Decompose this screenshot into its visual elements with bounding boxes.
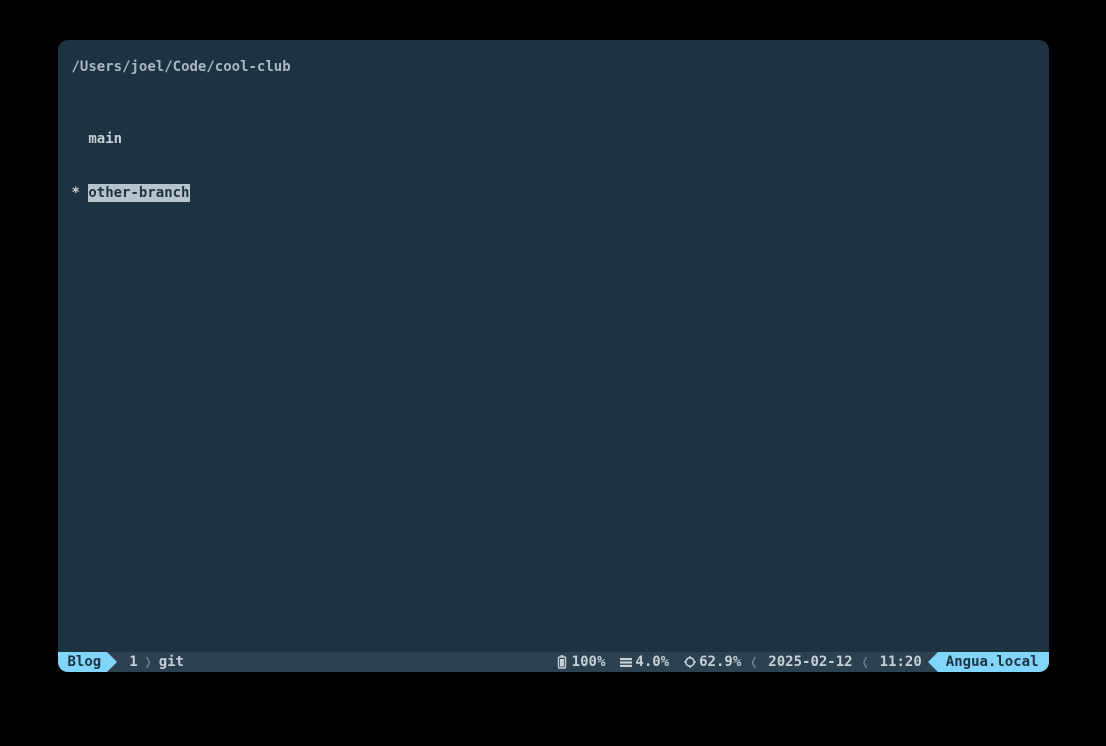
hostname: Angua.local: [938, 652, 1049, 672]
cpu-icon: [619, 655, 632, 669]
separator-arrow-left: [928, 652, 938, 672]
branch-row: main: [72, 130, 1035, 148]
separator-arrow-right: [107, 652, 117, 672]
current-working-directory: /Users/joel/Code/cool-club: [72, 58, 1035, 76]
battery-value: 100%: [572, 652, 606, 672]
branch-row: * other-branch: [72, 184, 1035, 202]
system-stats: 100% 4.0% 62.9%: [548, 652, 748, 672]
cpu-value: 4.0%: [635, 652, 669, 672]
memory-value: 62.9%: [699, 652, 741, 672]
battery-stat: 100%: [556, 652, 606, 672]
statusbar-left: Blog 1 ❭ git: [58, 652, 200, 672]
separator-thin-left: ❬: [859, 652, 872, 672]
battery-icon: [556, 655, 569, 669]
terminal-content[interactable]: /Users/joel/Code/cool-club main * other-…: [58, 40, 1049, 652]
separator-thin-right: ❭: [142, 652, 155, 672]
memory-icon: [683, 655, 696, 669]
terminal-window: /Users/joel/Code/cool-club main * other-…: [58, 40, 1049, 672]
cpu-stat: 4.0%: [619, 652, 669, 672]
date: 2025-02-12: [760, 652, 858, 672]
window-index[interactable]: 1: [117, 652, 141, 672]
time: 11:20: [872, 652, 928, 672]
tmux-statusbar: Blog 1 ❭ git 100%: [58, 652, 1049, 672]
separator-arrow-right: [190, 652, 200, 672]
branch-name: main: [88, 130, 122, 148]
memory-stat: 62.9%: [683, 652, 741, 672]
window-name[interactable]: git: [155, 652, 190, 672]
session-name[interactable]: Blog: [58, 652, 108, 672]
branch-indicator: [72, 130, 89, 148]
git-branch-list: main * other-branch: [72, 94, 1035, 238]
separator-arrow-left: [538, 652, 548, 672]
branch-current-indicator: *: [72, 184, 89, 202]
statusbar-right: 100% 4.0% 62.9% ❬ 2025-02-12: [538, 652, 1049, 672]
separator-thin-left: ❬: [747, 652, 760, 672]
branch-name-selected: other-branch: [88, 184, 189, 202]
